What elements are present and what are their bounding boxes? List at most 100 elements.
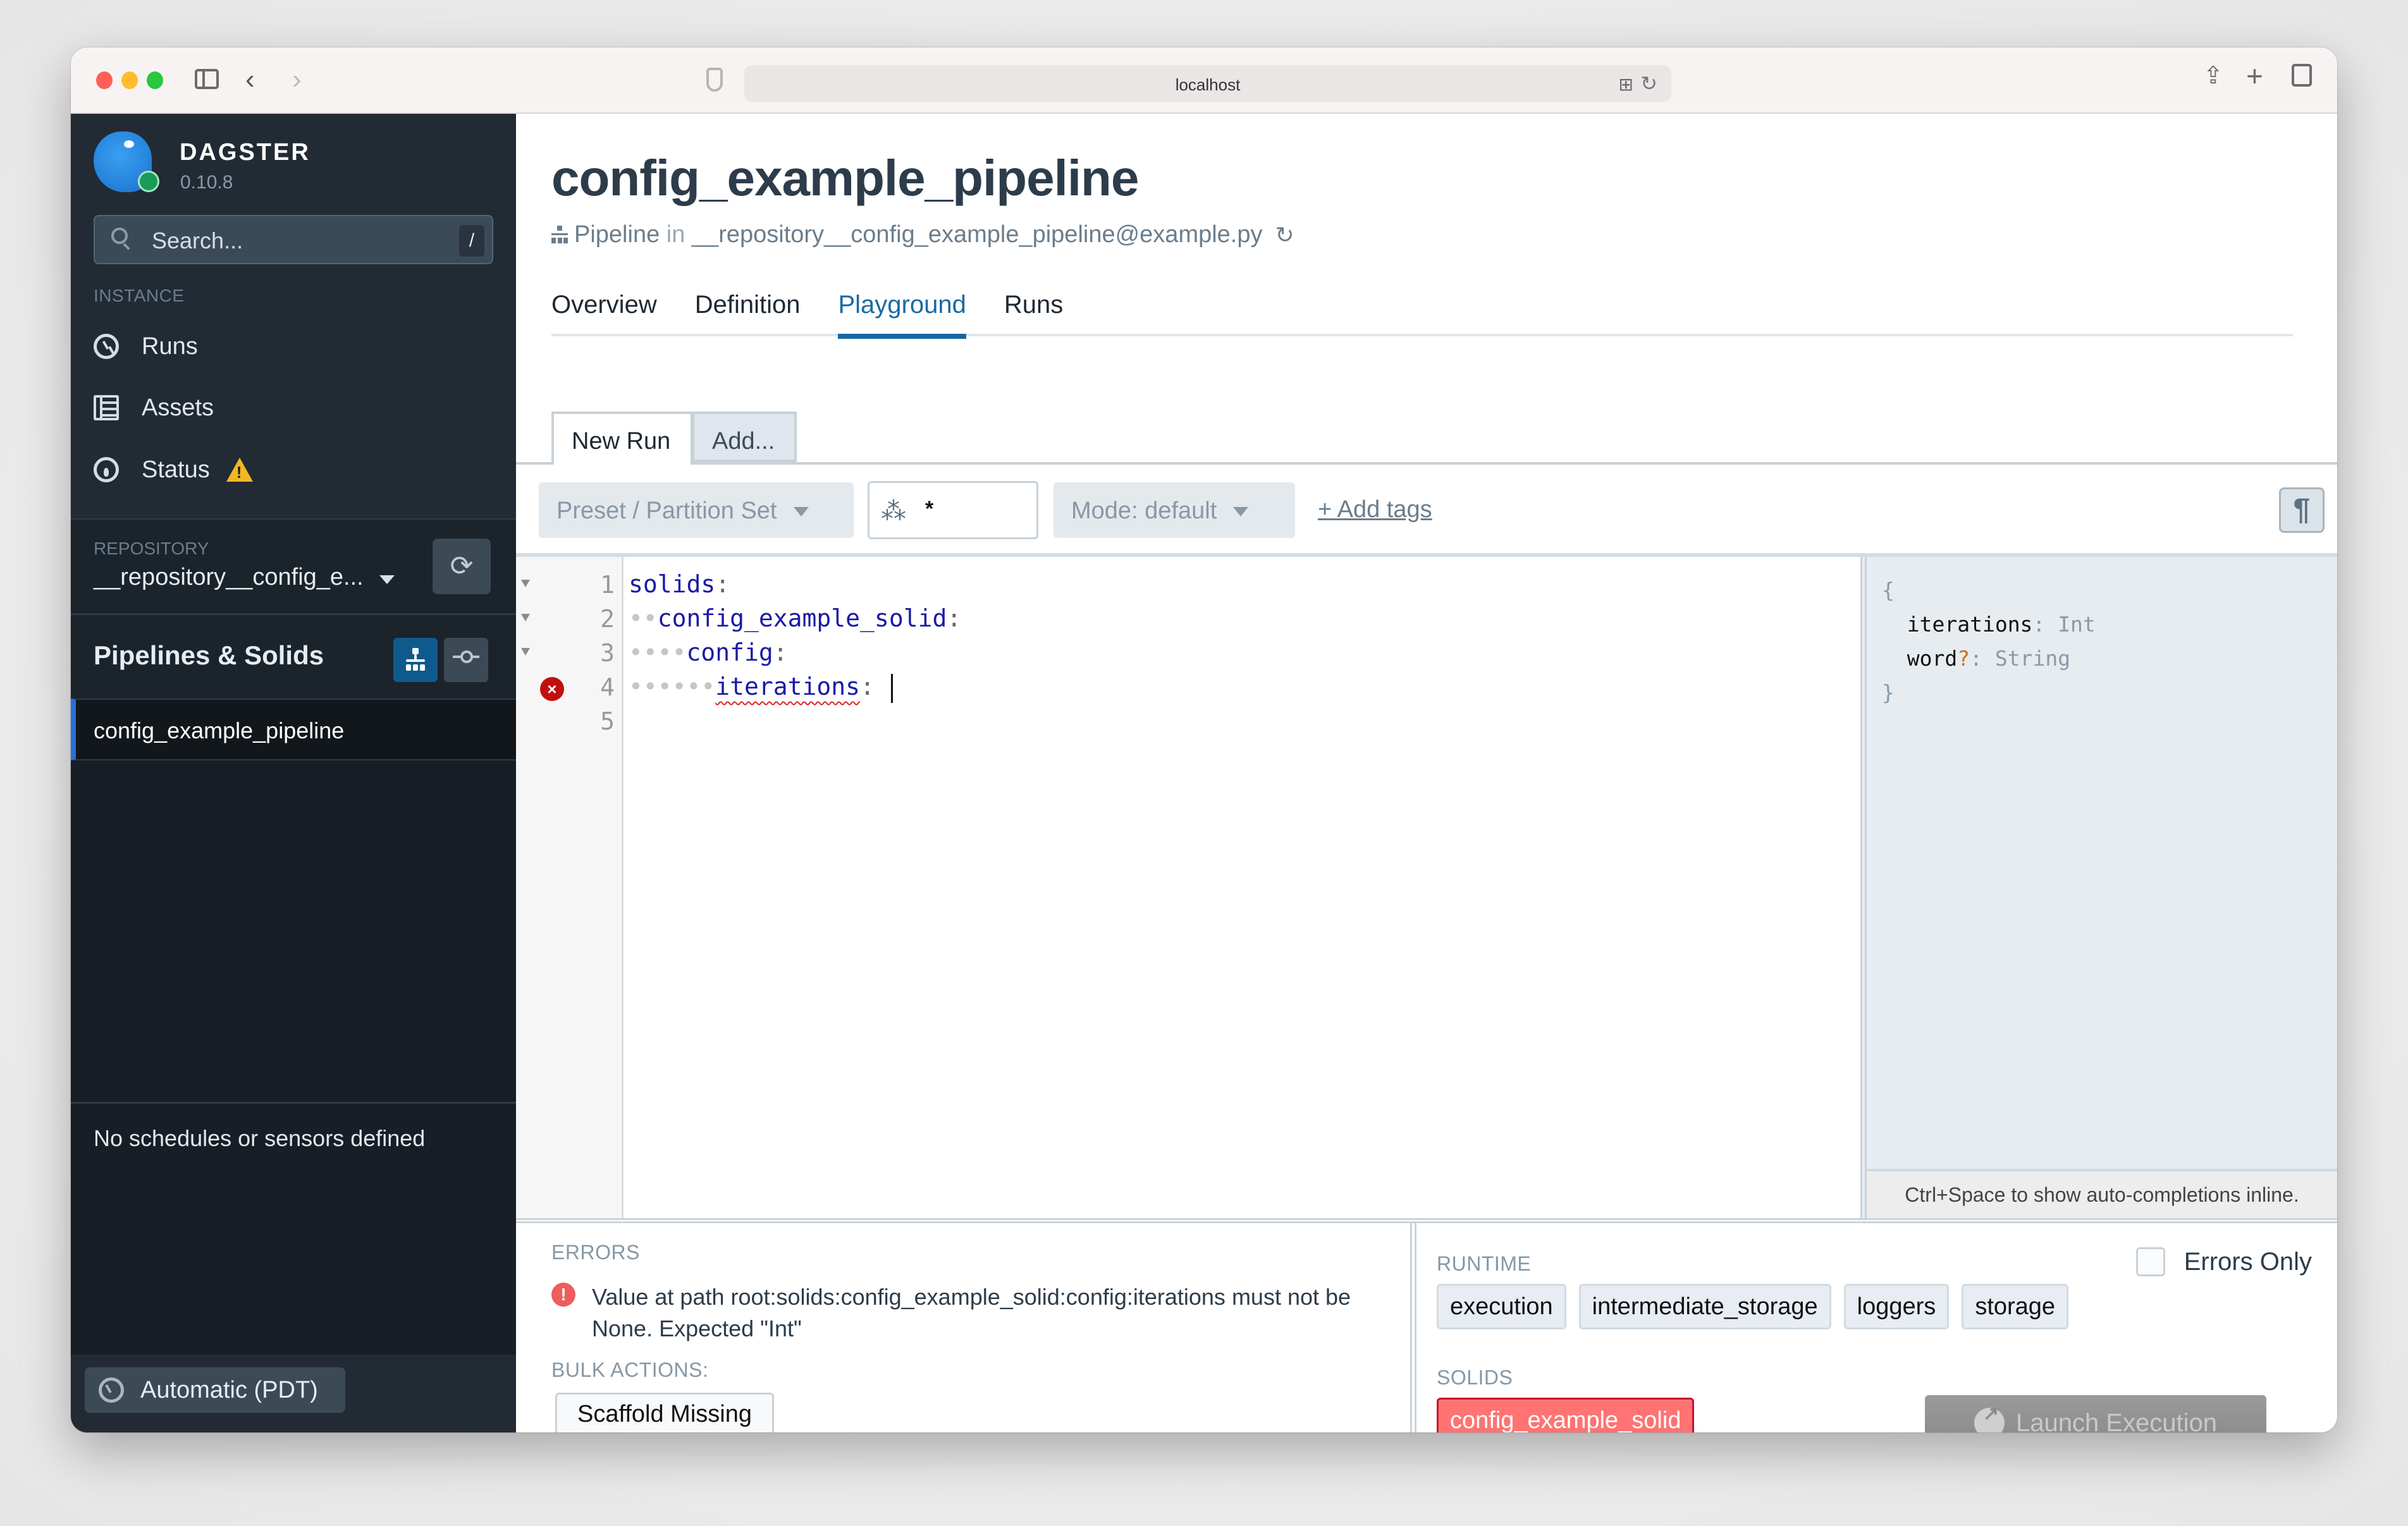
sidebar-footer: Automatic (PDT) <box>71 1355 516 1432</box>
scaffold-missing-config-button[interactable]: Scaffold Missing Config <box>555 1393 774 1432</box>
sidebar-item-runs[interactable]: Runs <box>94 324 493 369</box>
daemon-status-indicator <box>138 171 159 192</box>
forward-icon[interactable]: › <box>292 64 302 95</box>
gutter-row: 1 <box>516 567 624 601</box>
reload-repository-button[interactable]: ⟳ <box>433 539 491 594</box>
clock-icon <box>99 1377 124 1403</box>
runtime-chips: execution intermediate_storage loggers s… <box>1437 1284 2081 1329</box>
lint-error-icon[interactable]: × <box>540 677 564 701</box>
fold-arrow-icon[interactable] <box>521 580 530 587</box>
timezone-label: Automatic (PDT) <box>140 1376 318 1403</box>
new-tab-icon[interactable]: + <box>2246 59 2263 93</box>
runtime-chip-loggers[interactable]: loggers <box>1843 1284 1950 1329</box>
session-tab-new-run[interactable]: New Run <box>551 412 693 465</box>
zoom-window-button[interactable] <box>147 71 163 89</box>
dashboard-icon <box>94 457 119 482</box>
sidebar-item-status[interactable]: Status <box>94 448 493 492</box>
add-session-tab[interactable]: Add... <box>693 412 797 462</box>
main-content: config_example_pipeline Pipeline in __re… <box>516 114 2337 1432</box>
sidebar-item-assets[interactable]: Assets <box>94 386 493 430</box>
error-item[interactable]: ! Value at path root:solids:config_examp… <box>551 1281 1392 1345</box>
close-window-button[interactable] <box>96 71 113 89</box>
instance-section-label: INSTANCE <box>94 286 185 305</box>
gutter-row: 3 <box>516 635 624 669</box>
repository-dropdown[interactable]: __repository__config_e... <box>94 564 364 591</box>
runtime-label: RUNTIME <box>1437 1252 1532 1275</box>
back-icon[interactable]: ‹ <box>245 64 255 95</box>
tab-overview-icon[interactable] <box>2292 64 2312 87</box>
pipeline-list-empty-area <box>71 760 516 1102</box>
history-icon <box>94 334 119 359</box>
config-editor[interactable]: solids: ••config_example_solid: ••••conf… <box>629 557 1988 1218</box>
solid-chip-error[interactable]: config_example_solid <box>1437 1398 1695 1432</box>
preset-partition-select[interactable]: Preset / Partition Set <box>539 482 854 538</box>
fold-arrow-icon[interactable] <box>521 614 530 621</box>
address-bar[interactable]: localhost ⊞ ↻ <box>744 65 1671 102</box>
sidebar-toggle-icon[interactable] <box>195 69 219 89</box>
runtime-chip-execution[interactable]: execution <box>1437 1284 1566 1329</box>
subtitle-kind: Pipeline <box>574 221 660 248</box>
fold-arrow-icon[interactable] <box>521 648 530 656</box>
solid-selection-input[interactable]: ⁂ * <box>868 481 1038 539</box>
line-number: 2 <box>600 605 615 633</box>
translate-icon[interactable]: ⊞ <box>1619 74 1633 95</box>
line-number: 5 <box>600 707 615 735</box>
yaml-key-error: iterations <box>715 673 861 700</box>
refresh-icon: ⟳ <box>450 551 474 582</box>
timezone-button[interactable]: Automatic (PDT) <box>85 1367 345 1413</box>
solids-view-button[interactable] <box>444 638 488 682</box>
reload-icon[interactable]: ↻ <box>1640 71 1657 95</box>
tab-definition[interactable]: Definition <box>695 291 801 336</box>
schedules-section: No schedules or sensors defined <box>71 1102 516 1355</box>
repository-link[interactable]: __repository__config_example_pipeline@ex… <box>692 221 1263 248</box>
caret-down-icon <box>793 507 809 517</box>
run-config-toolbar: Preset / Partition Set ⁂ * Mode: default… <box>516 465 2337 558</box>
code-line: ••••••iterations: <box>629 669 893 704</box>
brand-version: 0.10.8 <box>180 172 233 193</box>
text-cursor <box>890 673 893 703</box>
shield-icon[interactable] <box>706 68 723 92</box>
runtime-chip-storage[interactable]: storage <box>1962 1284 2069 1329</box>
type-field: iterations: Int <box>1907 612 2096 637</box>
launch-execution-button[interactable]: Launch Execution <box>1925 1395 2266 1432</box>
preset-select-label: Preset / Partition Set <box>556 497 777 524</box>
search-input[interactable]: Search... / <box>94 215 493 264</box>
toggle-whitespace-button[interactable]: ¶ <box>2279 487 2325 533</box>
url-text: localhost <box>1175 75 1241 94</box>
minimize-window-button[interactable] <box>121 71 138 89</box>
pilcrow-icon: ¶ <box>2293 493 2311 527</box>
repository-label: REPOSITORY <box>94 539 209 558</box>
errors-only-checkbox[interactable] <box>2135 1247 2165 1276</box>
runtime-pane: RUNTIME Errors Only execution intermedia… <box>1423 1223 2337 1432</box>
tab-playground[interactable]: Playground <box>838 291 967 339</box>
search-shortcut-key: / <box>459 225 484 257</box>
pipelines-view-button[interactable] <box>393 638 438 682</box>
pipeline-item-label: config_example_pipeline <box>94 717 345 743</box>
pipeline-list-item[interactable]: config_example_pipeline <box>71 699 516 760</box>
pipelines-solids-title: Pipelines & Solids <box>94 640 324 670</box>
code-line: ••config_example_solid: <box>629 604 962 632</box>
sidebar-item-label: Status <box>142 456 210 483</box>
solid-chips: config_example_solid <box>1437 1398 1707 1432</box>
reload-icon[interactable]: ↻ <box>1275 222 1294 248</box>
add-tags-link[interactable]: + Add tags <box>1318 496 1432 523</box>
caret-down-icon[interactable] <box>379 575 395 584</box>
pipelines-solids-header: Pipelines & Solids <box>71 613 516 699</box>
errors-only-toggle[interactable]: Errors Only <box>2135 1247 2312 1276</box>
pipeline-tree-icon <box>406 648 425 672</box>
mode-select-label: Mode: default <box>1071 497 1217 524</box>
mode-select[interactable]: Mode: default <box>1054 482 1295 538</box>
tab-runs[interactable]: Runs <box>1004 291 1063 336</box>
browser-toolbar: ‹ › localhost ⊞ ↻ ⇪ + <box>71 47 2337 114</box>
sidebar-item-label: Runs <box>142 333 198 360</box>
tab-overview[interactable]: Overview <box>551 291 657 336</box>
runtime-chip-intermediate-storage[interactable]: intermediate_storage <box>1578 1284 1831 1329</box>
caret-down-icon <box>1233 507 1249 517</box>
solids-label: SOLIDS <box>1437 1366 1513 1389</box>
search-placeholder: Search... <box>152 228 243 253</box>
share-icon[interactable]: ⇪ <box>2203 61 2223 90</box>
schedules-empty-text: No schedules or sensors defined <box>94 1125 426 1151</box>
type-field: word?: String <box>1907 646 2071 671</box>
errors-only-label: Errors Only <box>2184 1247 2312 1276</box>
line-number: 4 <box>600 673 615 701</box>
